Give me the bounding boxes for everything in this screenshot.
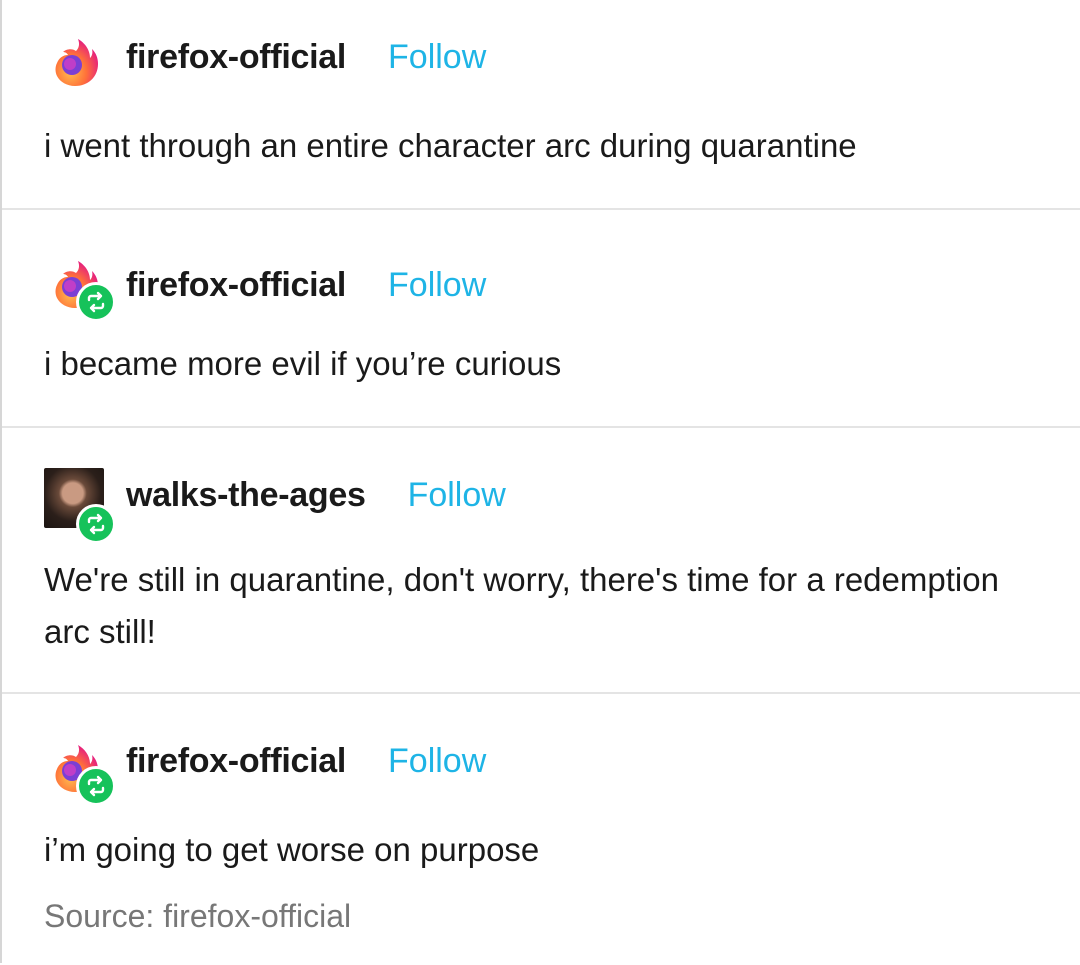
reblog-icon: [87, 513, 105, 535]
post-header: firefox-official Follow: [126, 38, 486, 77]
reblog-icon: [87, 291, 105, 313]
avatar[interactable]: [44, 468, 116, 544]
post-header: walks-the-ages Follow: [126, 476, 506, 515]
avatar[interactable]: [48, 740, 116, 806]
post-text: i went through an entire character arc d…: [44, 127, 857, 164]
post-text: i’m going to get worse on purpose: [44, 831, 540, 868]
username[interactable]: firefox-official: [126, 742, 346, 781]
post: firefox-official Follow i went through a…: [2, 0, 1080, 208]
post-text: We're still in quarantine, don't worry, …: [44, 561, 999, 650]
follow-button[interactable]: Follow: [408, 476, 506, 515]
post-header: firefox-official Follow: [126, 742, 486, 781]
reblog-badge: [76, 282, 116, 322]
username[interactable]: walks-the-ages: [126, 476, 366, 515]
source-link[interactable]: Source: firefox-official: [44, 898, 351, 935]
reblog-badge: [76, 766, 116, 806]
post-text: i became more evil if you’re curious: [44, 345, 562, 382]
follow-button[interactable]: Follow: [388, 38, 486, 77]
avatar[interactable]: [48, 256, 116, 322]
username[interactable]: firefox-official: [126, 38, 346, 77]
reblog-thread: firefox-official Follow i went through a…: [0, 0, 1080, 963]
reblog-badge: [76, 504, 116, 544]
firefox-logo-icon: [55, 39, 98, 86]
avatar[interactable]: [48, 34, 110, 96]
follow-button[interactable]: Follow: [388, 266, 486, 305]
reblog-icon: [87, 775, 105, 797]
post-header: firefox-official Follow: [126, 266, 486, 305]
post: firefox-official Follow i became more ev…: [2, 208, 1080, 428]
post: walks-the-ages Follow We're still in qua…: [2, 426, 1080, 694]
post: firefox-official Follow i’m going to get…: [2, 692, 1080, 965]
follow-button[interactable]: Follow: [388, 742, 486, 781]
username[interactable]: firefox-official: [126, 266, 346, 305]
